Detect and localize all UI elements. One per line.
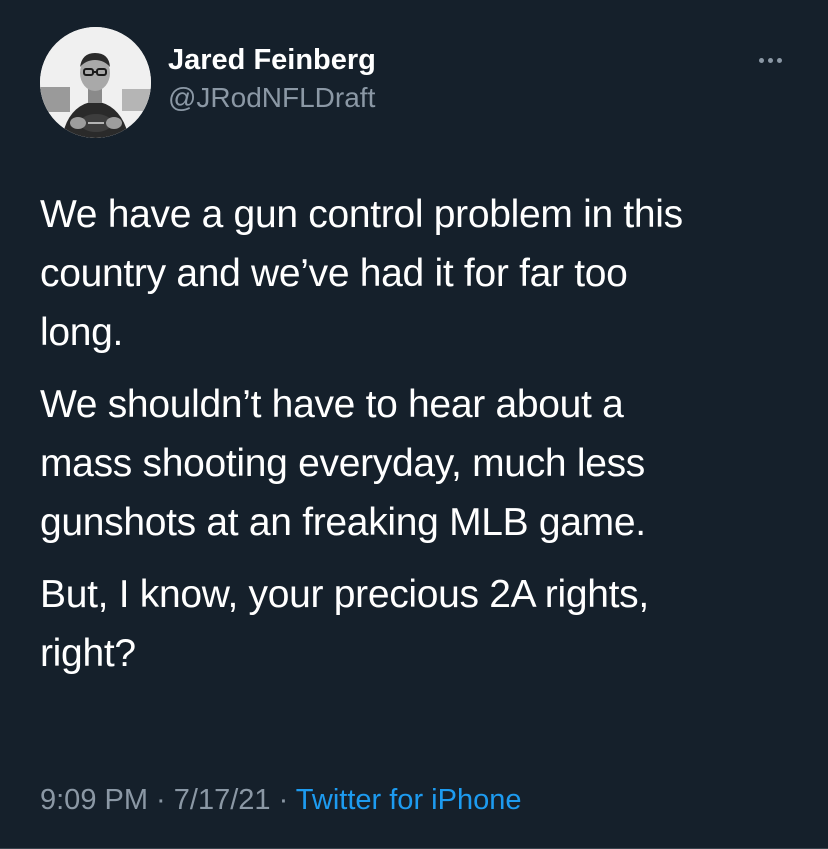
more-horizontal-icon (776, 57, 782, 63)
tweet-paragraph: But, I know, your precious 2A rights, ri… (40, 573, 649, 675)
tweet-paragraph: We have a gun control problem in this co… (40, 193, 683, 354)
meta-separator: · (270, 784, 296, 816)
tweet-meta: 9:09 PM · 7/17/21 · Twitter for iPhone (40, 780, 521, 820)
meta-separator: · (148, 784, 174, 816)
tweet-date[interactable]: 7/17/21 (174, 784, 271, 816)
tweet-text: We have a gun control problem in this co… (40, 185, 800, 696)
avatar[interactable] (40, 27, 151, 138)
tweet-source-link[interactable]: Twitter for iPhone (296, 784, 522, 816)
more-options-button[interactable] (750, 50, 790, 70)
author-info[interactable]: Jared Feinberg @JRodNFLDraft (168, 42, 376, 116)
display-name[interactable]: Jared Feinberg (168, 42, 376, 78)
tweet: Jared Feinberg @JRodNFLDraft We have a g… (0, 0, 828, 849)
tweet-time[interactable]: 9:09 PM (40, 784, 148, 816)
profile-photo-icon (40, 27, 151, 138)
more-horizontal-icon (767, 57, 773, 63)
tweet-paragraph: We shouldn’t have to hear about a mass s… (40, 383, 646, 544)
handle[interactable]: @JRodNFLDraft (168, 80, 376, 116)
more-horizontal-icon (758, 57, 764, 63)
